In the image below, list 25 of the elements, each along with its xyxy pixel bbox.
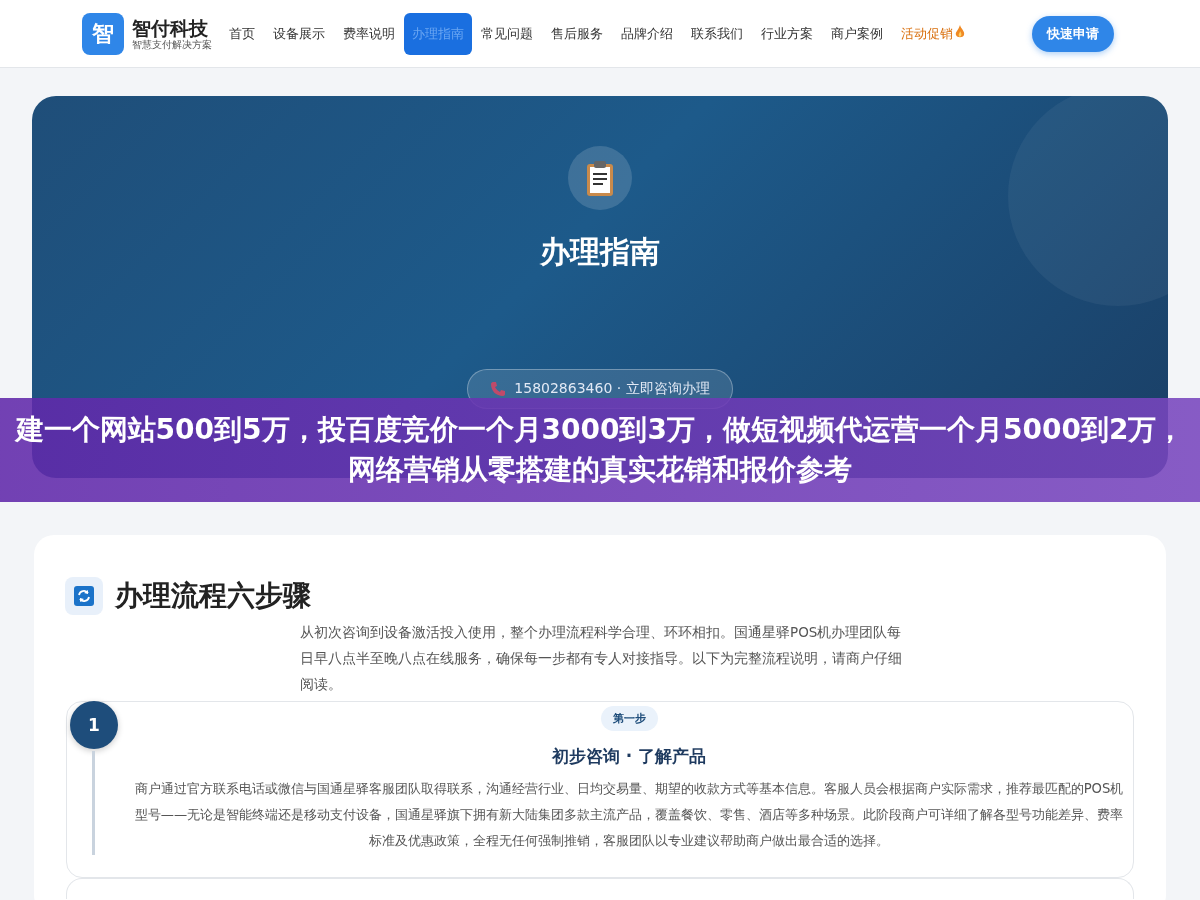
flame-icon [955, 24, 965, 39]
nav-link[interactable]: 设备展示 [264, 12, 334, 55]
nav-link[interactable]: 活动促销 [892, 12, 955, 55]
nav-link[interactable]: 费率说明 [334, 12, 404, 55]
brand-tagline: 智慧支付解决方案 [132, 38, 212, 51]
nav-link[interactable]: 常见问题 [472, 12, 542, 55]
intro-paragraph: 从初次咨询到设备激活投入使用，整个办理流程科学合理、环环相扣。国通星驿POS机办理团队每日早八点半至晚八点在线服务，确保每一步都有专人对接指导。以下为完整流程说明，请商户仔细阅读。 [300, 623, 903, 694]
nav-link[interactable]: 售后服务 [542, 12, 612, 55]
refresh-icon [65, 577, 103, 615]
nav-link[interactable]: 商户案例 [822, 12, 892, 55]
hero-title: 办理指南 [540, 233, 660, 271]
section-title: 办理流程六步骤 [115, 578, 311, 614]
nav-link[interactable]: 品牌介绍 [612, 12, 682, 55]
phone-icon [490, 381, 507, 397]
nav-link[interactable]: 首页 [220, 12, 264, 55]
step-badge: 第一步 [600, 706, 658, 731]
step-title: 初步咨询 · 了解产品 [551, 745, 707, 768]
apply-button[interactable]: 快速申请 [1032, 15, 1114, 52]
nav-link[interactable]: 联系我们 [682, 12, 752, 55]
brand-name: 智付科技 [132, 16, 208, 39]
nav-link[interactable]: 行业方案 [752, 12, 822, 55]
headline-banner: 建一个网站500到5万，投百度竞价一个月3000到3万，做短视频代运营一个月5000到2万，网络营销从零搭建的真实花销和报价参考 [0, 398, 1200, 502]
step-description: 商户通过官方联系电话或微信与国通星驿客服团队取得联系，沟通经营行业、日均交易量、期望的收款方式等基本信息。客服人员会根据商户实际需求，推荐最匹配的POS机型号——无论是智能终端还是移动支付设备，国通星驿旗下拥有新大陆集团多款主流产品，覆盖餐饮、零售、酒店等多种场景。此阶段商户可详细了解各型号功能差异、费率标准及优惠政策，全程无任何强制推销，客服团队以专业建议帮助商户做出最合适的选择。 [133, 780, 1125, 850]
step-number: 1 [70, 701, 118, 749]
logo-icon[interactable]: 智 [82, 12, 124, 55]
